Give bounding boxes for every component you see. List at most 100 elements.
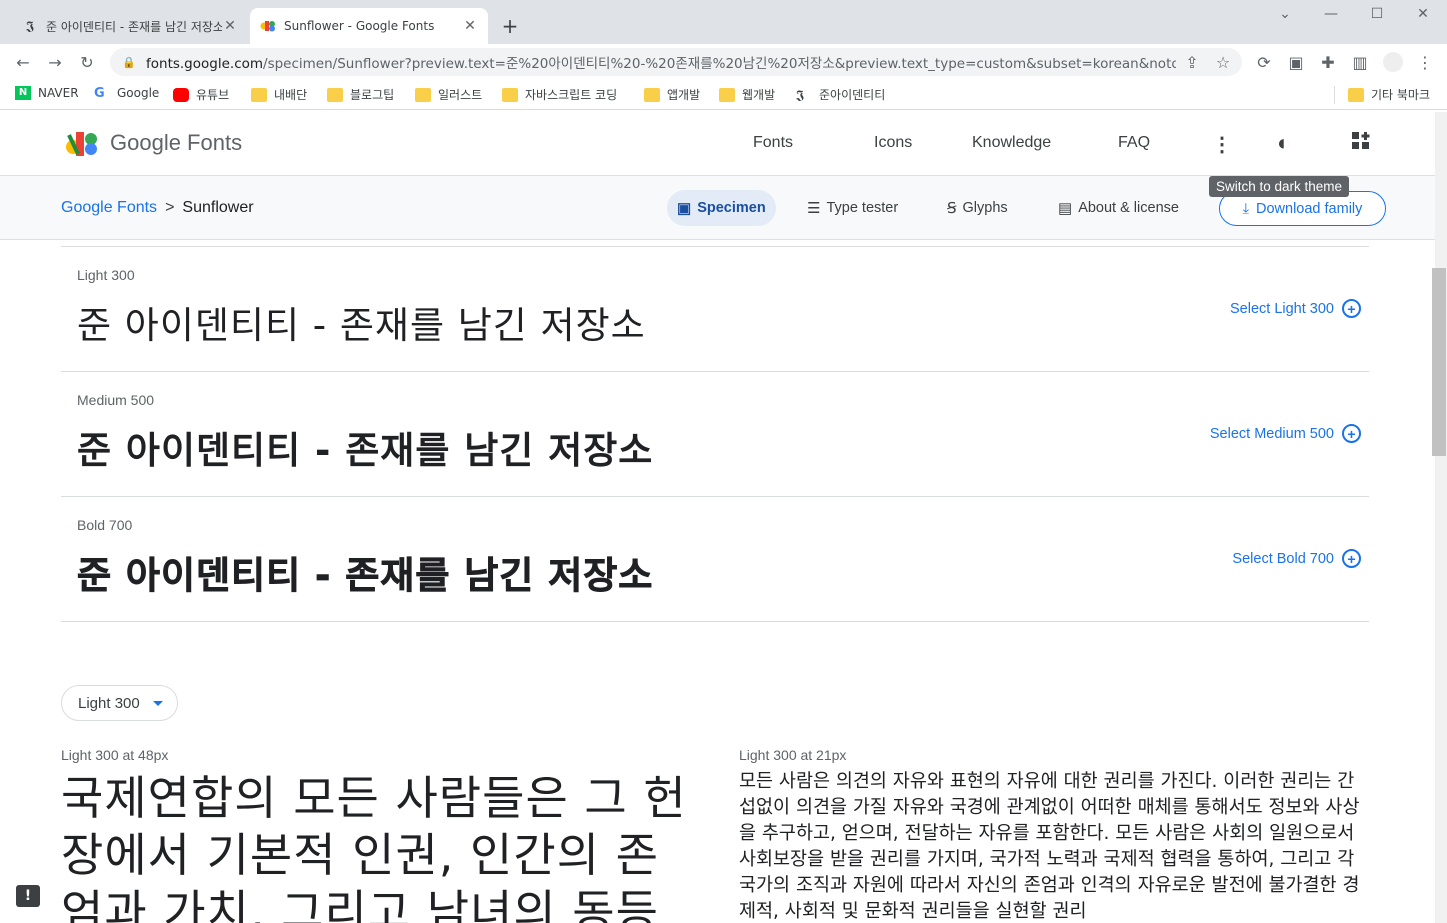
folder-icon	[1348, 87, 1364, 102]
bookmarks-divider	[1334, 86, 1335, 104]
tune-icon: ☰	[807, 200, 821, 217]
more-options-icon[interactable]: ⋮	[1212, 132, 1232, 157]
page-scrollbar-thumb[interactable]	[1432, 268, 1446, 456]
lock-icon: 🔒	[122, 55, 136, 69]
dark-theme-tooltip: Switch to dark theme	[1209, 176, 1350, 197]
tab-about-license[interactable]: ▤ About & license	[1048, 190, 1189, 226]
add-circle-icon: +	[1342, 424, 1361, 443]
profile-avatar-icon[interactable]	[1381, 50, 1405, 74]
site-logo-text[interactable]: Google Fonts	[110, 130, 242, 156]
style-sample: 준 아이덴티티 - 존재를 남긴 저장소	[77, 554, 654, 598]
bookmark-folder[interactable]: 내배단	[251, 86, 307, 103]
minimize-icon[interactable]: —	[1316, 6, 1346, 22]
specimen-icon: ▣	[677, 200, 692, 217]
google-fonts-favicon-icon	[260, 18, 276, 34]
nav-icons[interactable]: Icons	[874, 134, 912, 152]
bookmark-naver[interactable]: N NAVER	[15, 86, 79, 100]
browser-tab-jun-identity[interactable]: 𝕵 준 아이덴티티 - 존재를 남긴 저장소 ✕	[12, 8, 248, 44]
browser-tab-sunflower[interactable]: Sunflower - Google Fonts ✕	[250, 8, 488, 44]
bookmark-folder[interactable]: 일러스트	[415, 86, 482, 103]
article-icon: ▤	[1058, 200, 1073, 217]
extension-refresh-icon[interactable]: ⟳	[1252, 50, 1276, 74]
chrome-menu-icon[interactable]: ⋮	[1413, 50, 1437, 74]
small-preview-label: Light 300 at 21px	[739, 747, 847, 763]
bookmark-youtube[interactable]: 유튜브	[173, 86, 229, 103]
bookmark-google[interactable]: G Google	[94, 86, 159, 101]
browser-tabstrip: 𝕵 준 아이덴티티 - 존재를 남긴 저장소 ✕ Sunflower - Goo…	[0, 0, 1447, 44]
close-window-icon[interactable]: ✕	[1408, 6, 1438, 22]
feedback-icon[interactable]: !	[16, 885, 40, 907]
folder-icon	[719, 87, 735, 102]
apps-grid-icon[interactable]	[1351, 131, 1371, 151]
youtube-icon	[173, 87, 189, 102]
style-row-light-300: Light 300 준 아이덴티티 - 존재를 남긴 저장소 Select Li…	[61, 247, 1369, 372]
select-bold-700-button[interactable]: Select Bold 700 +	[1232, 549, 1361, 568]
bookmark-folder[interactable]: 블로그팁	[327, 86, 394, 103]
side-panel-icon[interactable]: ▥	[1348, 50, 1372, 74]
folder-icon	[644, 87, 660, 102]
folder-icon	[327, 87, 343, 102]
new-tab-icon[interactable]: +	[498, 14, 522, 38]
extension-image-icon[interactable]: ▣	[1284, 50, 1308, 74]
maximize-icon[interactable]: ☐	[1362, 6, 1392, 22]
tab-title: 준 아이덴티티 - 존재를 남긴 저장소	[46, 19, 222, 34]
jun-identity-favicon-icon: 𝕵	[26, 18, 34, 34]
extensions-puzzle-icon[interactable]: ✚	[1316, 50, 1340, 74]
nav-knowledge[interactable]: Knowledge	[972, 134, 1051, 152]
style-row-medium-500: Medium 500 준 아이덴티티 - 존재를 남긴 저장소 Select M…	[61, 372, 1369, 497]
google-icon: G	[94, 86, 105, 101]
breadcrumb: Google Fonts > Sunflower	[61, 199, 254, 217]
style-label: Light 300	[77, 267, 135, 283]
large-preview-label: Light 300 at 48px	[61, 747, 169, 763]
site-header: Google Fonts Fonts Icons Knowledge FAQ ⋮…	[0, 112, 1435, 176]
weight-dropdown[interactable]: Light 300	[61, 685, 178, 721]
forward-icon[interactable]: →	[43, 50, 67, 74]
style-row-bold-700: Bold 700 준 아이덴티티 - 존재를 남긴 저장소 Select Bol…	[61, 497, 1369, 622]
bookmark-star-icon[interactable]: ☆	[1211, 50, 1235, 74]
style-sample: 준 아이덴티티 - 존재를 남긴 저장소	[77, 429, 654, 472]
naver-icon: N	[15, 86, 31, 100]
style-sample: 준 아이덴티티 - 존재를 남긴 저장소	[77, 304, 646, 347]
tab-title: Sunflower - Google Fonts	[284, 19, 435, 33]
close-tab-icon[interactable]: ✕	[462, 18, 478, 34]
download-icon: ⤓	[1242, 200, 1250, 217]
bookmark-folder[interactable]: 웹개발	[719, 86, 775, 103]
url-text: fonts.google.com/specimen/Sunflower?prev…	[146, 56, 1176, 72]
breadcrumb-current: Sunflower	[182, 199, 254, 216]
share-icon[interactable]: ⇪	[1180, 50, 1204, 74]
style-label: Medium 500	[77, 392, 155, 408]
bookmark-jun-identity[interactable]: 𝕵 준아이덴티티	[796, 86, 885, 103]
dropdown-caret-icon	[153, 701, 163, 706]
tab-search-chevron-icon[interactable]: ⌄	[1270, 6, 1300, 22]
close-tab-icon[interactable]: ✕	[222, 18, 238, 34]
tab-type-tester[interactable]: ☰ Type tester	[797, 190, 908, 226]
back-icon[interactable]: ←	[11, 50, 35, 74]
add-circle-icon: +	[1342, 299, 1361, 318]
folder-icon	[502, 87, 518, 102]
bookmark-folder[interactable]: 자바스크립트 코딩	[502, 86, 617, 103]
bookmark-folder[interactable]: 앱개발	[644, 86, 700, 103]
breadcrumb-home[interactable]: Google Fonts	[61, 199, 157, 216]
reload-icon[interactable]: ↻	[75, 50, 99, 74]
nav-fonts[interactable]: Fonts	[753, 134, 793, 152]
tab-specimen[interactable]: ▣ Specimen	[667, 190, 776, 226]
nav-faq[interactable]: FAQ	[1118, 134, 1150, 152]
bookmarks-bar: N NAVER G Google 유튜브 내배단 블로그팁 일러스트 자바스크립트 …	[0, 80, 1447, 110]
folder-icon	[415, 87, 431, 102]
folder-icon	[251, 87, 267, 102]
address-bar[interactable]: 🔒 fonts.google.com/specimen/Sunflower?pr…	[110, 48, 1242, 76]
bookmark-other[interactable]: 기타 북마크	[1348, 86, 1430, 103]
jun-identity-icon: 𝕵	[796, 87, 804, 103]
page-scrollbar-track[interactable]	[1435, 112, 1447, 923]
glyphs-icon: Ꞩ	[947, 200, 957, 217]
google-fonts-logo-icon[interactable]	[66, 132, 98, 156]
browser-toolbar: ← → ↻ 🔒 fonts.google.com/specimen/Sunflo…	[0, 44, 1447, 80]
select-medium-500-button[interactable]: Select Medium 500 +	[1210, 424, 1361, 443]
dark-theme-toggle-icon[interactable]: ◐	[1277, 130, 1290, 156]
large-preview-paragraph: 국제연합의 모든 사람들은 그 헌장에서 기본적 인권, 인간의 존엄과 가치,…	[61, 771, 687, 923]
select-light-300-button[interactable]: Select Light 300 +	[1230, 299, 1361, 318]
breadcrumb-separator: >	[165, 199, 175, 216]
add-circle-icon: +	[1342, 549, 1361, 568]
small-preview-paragraph: 모든 사람은 의견의 자유와 표현의 자유에 대한 권리를 가진다. 이러한 권…	[739, 771, 1360, 922]
tab-glyphs[interactable]: Ꞩ Glyphs	[937, 190, 1018, 226]
